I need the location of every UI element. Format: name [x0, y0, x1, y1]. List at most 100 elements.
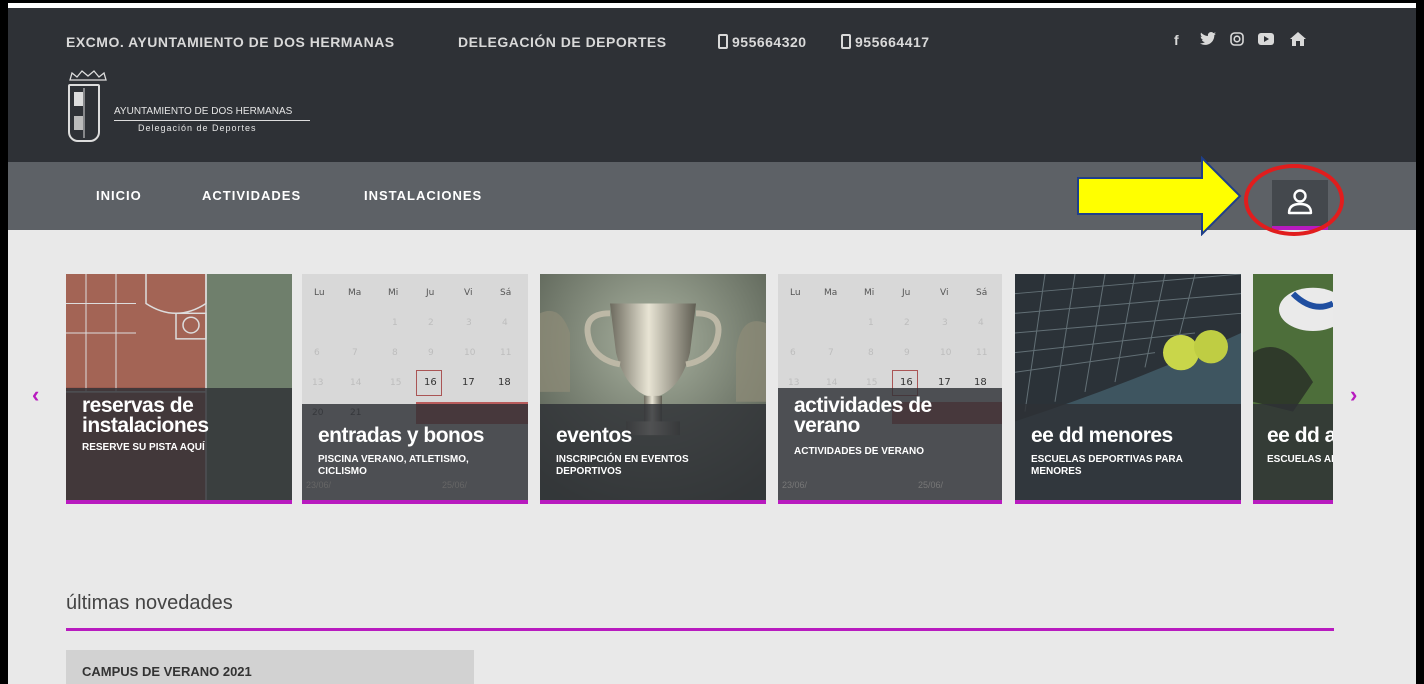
phone-1-number: 955664320	[732, 34, 807, 50]
card-subtitle: INSCRIPCIÓN EN EVENTOS DEPORTIVOS	[556, 454, 689, 477]
nav-instalaciones[interactable]: INSTALACIONES	[364, 188, 482, 203]
cal-day: 16	[424, 377, 437, 388]
cal-dow: Ju	[902, 288, 911, 298]
cal-dow: Sá	[500, 288, 512, 298]
card-reservas[interactable]: reservas de instalaciones RESERVE SU PIS…	[66, 274, 292, 504]
dept-name: DELEGACIÓN DE DEPORTES	[458, 34, 667, 50]
frame-right-edge	[1416, 0, 1424, 684]
cal-day: 7	[352, 348, 358, 358]
cal-day: 18	[974, 377, 987, 388]
card-ee-dd-adultos[interactable]: ee dd a ESCUELAS ADULTOS	[1253, 274, 1333, 504]
cal-day: 11	[500, 348, 512, 358]
cal-day: 6	[314, 348, 320, 358]
instagram-icon[interactable]	[1230, 32, 1244, 49]
phone-icon	[841, 34, 851, 49]
cal-day: 10	[940, 348, 952, 358]
carousel-next-button[interactable]: ›	[1350, 382, 1357, 408]
cal-dow: Ma	[824, 288, 838, 298]
nav-actividades[interactable]: ACTIVIDADES	[202, 188, 301, 203]
card-title: actividades de verano	[794, 394, 932, 437]
cal-day: 15	[866, 378, 878, 388]
cal-day: 1	[392, 318, 398, 328]
website: EXCMO. AYUNTAMIENTO DE DOS HERMANAS DELE…	[8, 8, 1416, 684]
card-subtitle: ESCUELAS DEPORTIVAS PARA MENORES	[1031, 454, 1183, 477]
cal-day: 2	[904, 318, 910, 328]
twitter-icon[interactable]	[1200, 32, 1216, 49]
card-title: ee dd menores	[1031, 424, 1173, 447]
cal-date: 25/06/	[442, 480, 468, 490]
cal-day: 18	[498, 377, 511, 388]
section-divider	[66, 628, 1334, 631]
cal-day: 17	[938, 377, 951, 388]
cal-day: 8	[868, 348, 874, 358]
logo-title: AYUNTAMIENTO DE DOS HERMANAS	[114, 106, 293, 117]
crown-icon	[69, 70, 107, 81]
cal-day: 2	[428, 318, 434, 328]
cal-day: 1	[868, 318, 874, 328]
cal-day: 14	[826, 378, 838, 388]
card-caption: reservas de instalaciones RESERVE SU PIS…	[66, 388, 292, 500]
cal-day: 17	[462, 377, 475, 388]
cal-day: 6	[790, 348, 796, 358]
youtube-icon[interactable]	[1258, 32, 1274, 48]
cal-dow: Lu	[314, 288, 325, 298]
card-subtitle: ACTIVIDADES DE VERANO	[794, 446, 925, 457]
card-subtitle: ESCUELAS ADULTOS	[1267, 454, 1333, 465]
cal-day: 8	[392, 348, 398, 358]
cal-date: 23/06/	[782, 480, 808, 490]
cal-day: 11	[976, 348, 988, 358]
frame-left-edge	[0, 0, 8, 684]
cal-dow: Vi	[940, 288, 949, 298]
shield-icon	[68, 84, 100, 142]
cal-day: 3	[466, 318, 472, 328]
card-title: ee dd a	[1267, 424, 1333, 447]
yellow-arrow-annotation	[1077, 156, 1242, 236]
cal-day: 4	[502, 318, 508, 328]
card-title: reservas de instalaciones	[82, 394, 209, 437]
card-caption: actividades de verano ACTIVIDADES DE VER…	[778, 388, 1002, 500]
facebook-icon[interactable]: f	[1174, 32, 1179, 48]
org-name: EXCMO. AYUNTAMIENTO DE DOS HERMANAS	[66, 34, 395, 50]
card-subtitle: PISCINA VERANO, ATLETISMO, CICLISMO	[318, 454, 469, 477]
card-caption: ee dd menores ESCUELAS DEPORTIVAS PARA M…	[1015, 404, 1241, 500]
card-ee-dd-menores[interactable]: ee dd menores ESCUELAS DEPORTIVAS PARA M…	[1015, 274, 1241, 504]
cal-dow: Mi	[388, 288, 399, 298]
cal-dow: Ma	[348, 288, 362, 298]
cal-day: 3	[942, 318, 948, 328]
card-actividades-verano[interactable]: Lu Ma Mi Ju Vi Sá 1 2 3 4 6 7 8 9 10 11 …	[778, 274, 1002, 504]
card-title: eventos	[556, 424, 632, 447]
phone-1[interactable]: 955664320	[718, 34, 807, 50]
red-circle-annotation	[1244, 164, 1344, 236]
phone-2[interactable]: 955664417	[841, 34, 930, 50]
logo-subtitle: Delegación de Deportes	[138, 123, 257, 133]
card-caption: entradas y bonos PISCINA VERANO, ATLETIS…	[302, 404, 528, 500]
section-title: últimas novedades	[66, 592, 233, 614]
card-subtitle: RESERVE SU PISTA AQUÍ	[82, 442, 205, 453]
card-entradas[interactable]: Lu Ma Mi Ju Vi Sá 1 2 3 4 6 7 8 9 10 11 …	[302, 274, 528, 504]
cal-day: 14	[350, 378, 362, 388]
cal-date: 25/06/	[918, 480, 944, 490]
card-title: entradas y bonos	[318, 424, 484, 447]
logo-header: AYUNTAMIENTO DE DOS HERMANAS Delegación …	[8, 60, 1416, 162]
cal-day: 7	[828, 348, 834, 358]
cal-date: 23/06/	[306, 480, 332, 490]
news-item[interactable]: CAMPUS DE VERANO 2021	[66, 650, 474, 684]
cal-day: 15	[390, 378, 402, 388]
cal-day: 4	[978, 318, 984, 328]
cal-day: 10	[464, 348, 476, 358]
phone-icon	[718, 34, 728, 49]
cal-day: 9	[428, 348, 434, 358]
card-eventos[interactable]: eventos INSCRIPCIÓN EN EVENTOS DEPORTIVO…	[540, 274, 766, 504]
cal-dow: Lu	[790, 288, 801, 298]
cal-day: 9	[904, 348, 910, 358]
cal-day: 13	[312, 378, 324, 388]
nav-inicio[interactable]: INICIO	[96, 188, 142, 203]
carousel-prev-button[interactable]: ‹	[32, 382, 39, 408]
cal-day: 13	[788, 378, 800, 388]
card-caption: eventos INSCRIPCIÓN EN EVENTOS DEPORTIVO…	[540, 404, 766, 500]
home-icon[interactable]	[1290, 32, 1306, 49]
cal-dow: Mi	[864, 288, 875, 298]
cal-dow: Ju	[426, 288, 435, 298]
logo-divider	[114, 120, 310, 121]
cal-dow: Vi	[464, 288, 473, 298]
